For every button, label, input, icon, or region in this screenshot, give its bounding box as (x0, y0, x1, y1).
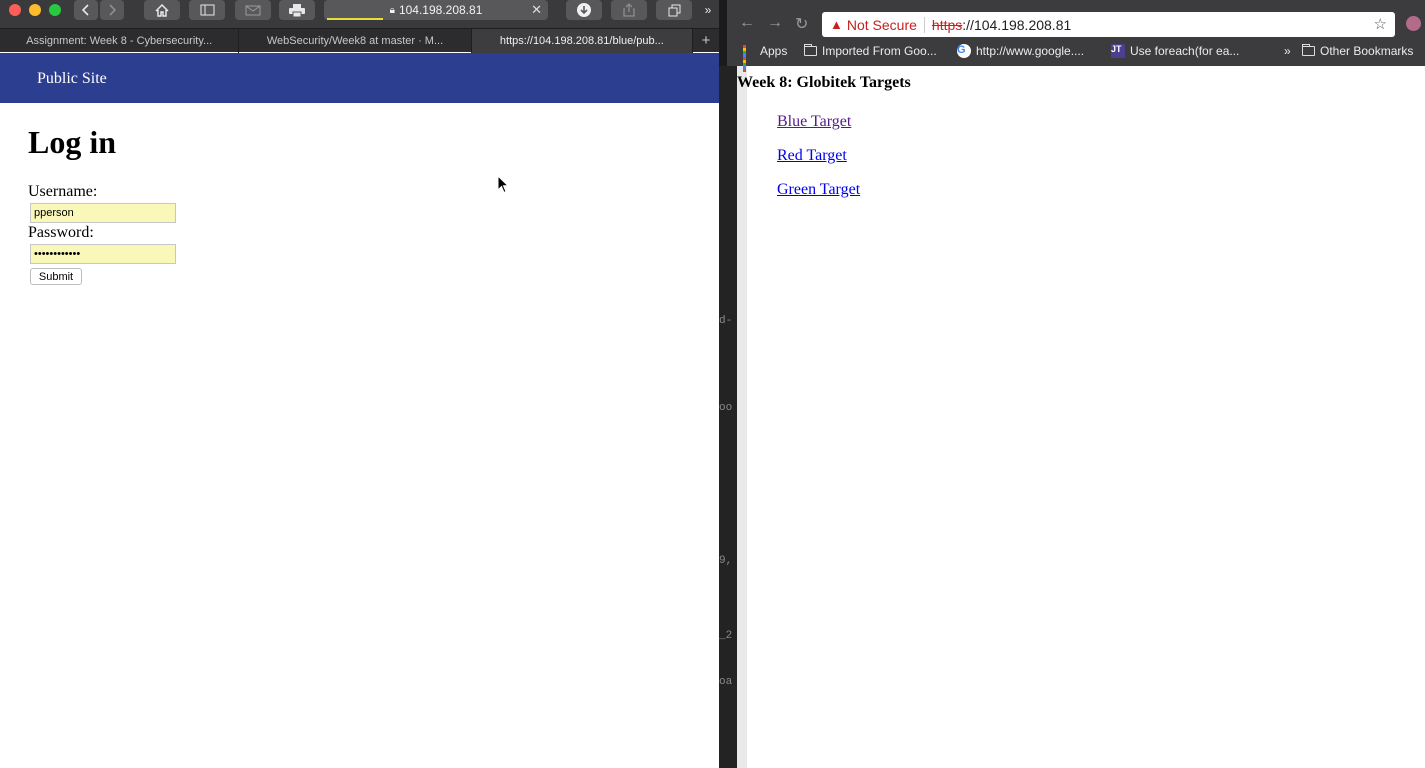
safari-toolbar: 🔒︎ 104.198.208.81 ✕ » (0, 0, 719, 28)
username-label: Username: (28, 183, 98, 200)
background-text-fragment: d- (719, 315, 733, 327)
print-button[interactable] (279, 0, 315, 20)
chrome-back-icon[interactable]: ← (739, 14, 755, 32)
download-icon (577, 3, 591, 17)
background-text-fragment: oa (719, 676, 733, 688)
bookmark-google[interactable]: G http://www.google.... (957, 44, 1084, 58)
home-icon (155, 3, 169, 17)
chrome-omnibox[interactable]: ▲ Not Secure https ://104.198.208.81 ☆ (822, 12, 1395, 37)
url-scheme: https (931, 16, 963, 33)
sidebar-button[interactable] (189, 0, 225, 20)
forward-button[interactable] (100, 0, 124, 20)
folder-icon (1302, 44, 1315, 56)
overflow-icon: » (1284, 44, 1291, 58)
overflow-icon: » (704, 3, 712, 17)
print-icon (289, 3, 305, 17)
red-target-link[interactable]: Red Target (777, 147, 847, 165)
bookmark-label: Use foreach(for ea... (1130, 44, 1240, 58)
minimize-window-button[interactable] (29, 4, 41, 16)
bookmark-label: Imported From Goo... (822, 44, 937, 58)
page-load-progress (327, 18, 383, 20)
close-window-button[interactable] (9, 4, 21, 16)
safari-address-bar[interactable]: 🔒︎ 104.198.208.81 ✕ (324, 0, 548, 20)
username-field[interactable]: pperson (30, 203, 176, 223)
background-text-fragment: 9, (719, 555, 733, 567)
sidebar-icon (200, 4, 214, 16)
blue-target-link[interactable]: Blue Target (777, 113, 851, 131)
share-icon (623, 3, 635, 17)
background-text-fragment: oo (719, 402, 733, 414)
mouse-cursor-icon (497, 175, 509, 194)
bookmark-star-icon[interactable]: ☆ (1374, 15, 1387, 33)
warning-icon: ▲ (830, 17, 843, 32)
background-text-fragment: _2 (719, 630, 733, 642)
forward-icon (109, 4, 116, 16)
page-title: Log in (28, 124, 117, 160)
chrome-page-edge (737, 66, 747, 768)
new-tab-icon: + (701, 32, 711, 49)
not-secure-label[interactable]: Not Secure (847, 17, 917, 33)
google-icon: G (957, 44, 971, 58)
address-text: 104.198.208.81 (398, 3, 483, 17)
password-label: Password: (28, 224, 94, 241)
tab-assignment[interactable]: Assignment: Week 8 - Cybersecurity... (0, 29, 240, 53)
safari-window: 🔒︎ 104.198.208.81 ✕ » Assignment: Week 8… (0, 0, 719, 768)
chrome-reload-icon[interactable]: ↻ (795, 14, 808, 34)
safari-tab-bar: Assignment: Week 8 - Cybersecurity... We… (0, 28, 719, 53)
bookmark-imported-folder[interactable]: Imported From Goo... (804, 44, 937, 58)
back-button[interactable] (74, 0, 98, 20)
targets-heading: Week 8: Globitek Targets (737, 74, 911, 91)
back-icon (82, 4, 89, 16)
tabs-overview-icon (668, 4, 680, 16)
chrome-page-content (747, 66, 1425, 768)
bookmark-apps[interactable]: Apps (743, 44, 788, 72)
lock-icon: 🔒︎ (389, 4, 395, 16)
toolbar-overflow-button[interactable]: » (699, 0, 717, 20)
favicon-icon: JT (1111, 44, 1125, 58)
bookmark-foreach[interactable]: JT Use foreach(for ea... (1111, 44, 1239, 58)
stop-loading-icon[interactable]: ✕ (531, 2, 542, 18)
green-target-link[interactable]: Green Target (777, 181, 860, 199)
zoom-window-button[interactable] (49, 4, 61, 16)
tab-label: https://104.198.208.81/blue/pub... (499, 35, 664, 47)
downloads-button[interactable] (566, 0, 602, 20)
submit-button[interactable]: Submit (30, 268, 82, 285)
bookmark-other-folder[interactable]: Other Bookmarks (1302, 44, 1413, 58)
tab-label: Assignment: Week 8 - Cybersecurity... (26, 35, 213, 47)
site-nav-title[interactable]: Public Site (37, 70, 107, 88)
url-host: ://104.198.208.81 (962, 16, 1072, 33)
home-button[interactable] (144, 0, 180, 20)
folder-icon (804, 44, 817, 56)
bookmarks-overflow-button[interactable]: » (1284, 44, 1291, 58)
tab-blue-public[interactable]: https://104.198.208.81/blue/pub... (471, 29, 694, 53)
apps-grid-icon (743, 45, 755, 72)
omnibox-divider (923, 16, 925, 33)
password-field[interactable]: •••••••••••• (30, 244, 176, 264)
mail-button[interactable] (235, 0, 271, 20)
background-window-strip (719, 66, 737, 768)
bookmark-label: Other Bookmarks (1320, 44, 1414, 58)
tabs-overview-button[interactable] (656, 0, 692, 20)
tab-websecurity[interactable]: WebSecurity/Week8 at master · M... (239, 29, 472, 53)
bookmark-label: http://www.google.... (976, 44, 1085, 58)
new-tab-button[interactable]: + (693, 29, 719, 52)
mail-icon (245, 5, 261, 15)
profile-avatar-icon[interactable] (1406, 16, 1421, 31)
chrome-forward-icon[interactable]: → (767, 14, 783, 32)
bookmark-label: Apps (760, 44, 788, 58)
share-button[interactable] (611, 0, 647, 20)
site-navbar: Public Site (0, 53, 719, 103)
tab-label: WebSecurity/Week8 at master · M... (266, 35, 444, 47)
